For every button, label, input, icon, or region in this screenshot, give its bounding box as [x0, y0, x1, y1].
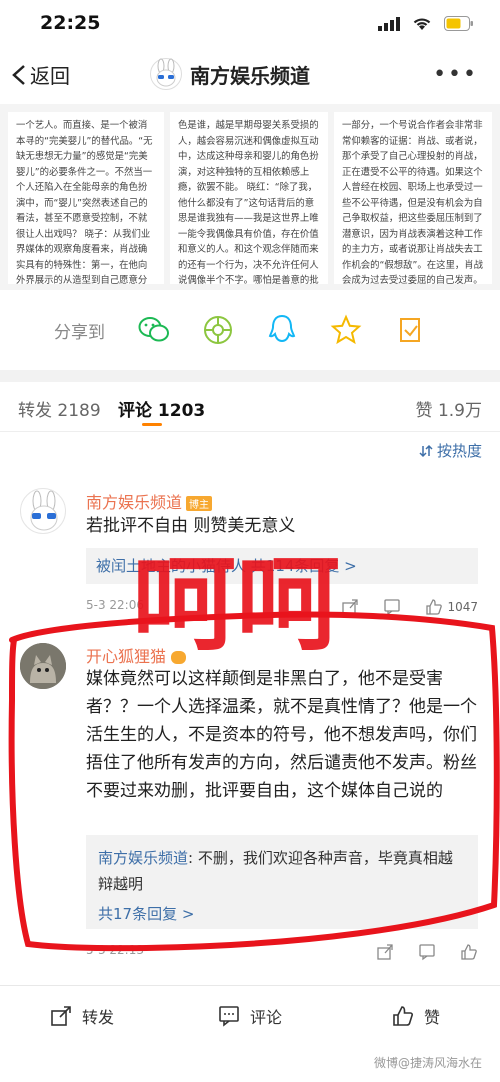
reply-preview[interactable]: 南方娱乐频道: 不删，我们欢迎各种声音，毕竟真相越辩越明 共17条回复 > [86, 835, 478, 929]
qzone-icon[interactable] [328, 312, 364, 348]
chevron-left-icon [12, 64, 25, 85]
article-image: 一个艺人。而直接、是一个被消本寻的“完美婴儿”的替代品。“无缺无患想无力量”的感… [0, 104, 500, 290]
share-icon[interactable] [341, 598, 359, 616]
comment-meta: 5-3 22:06 1047 [86, 598, 478, 618]
avatar[interactable] [20, 643, 66, 689]
wechat-icon[interactable] [136, 312, 172, 348]
comment-author[interactable]: 开心狐狸猫 [86, 643, 187, 667]
nav-bar: 返回 南方娱乐频道 ••• [0, 48, 500, 104]
comment-icon[interactable] [418, 943, 436, 961]
signal-icon [378, 16, 400, 31]
article-column-3: 一部分，一个号说合作者会非常非常仰赖客的证据：肖战、或者说，那个承受了自己心理投… [334, 112, 492, 284]
sort-icon [419, 444, 433, 457]
comment-icon[interactable] [383, 598, 401, 616]
reply-count-link[interactable]: 共17条回复 > [98, 901, 466, 927]
section-gap [0, 370, 500, 382]
active-tab-indicator [142, 423, 162, 426]
comment-time: 5-3 22:06 [86, 598, 144, 612]
article-column-2: 色是谁，越是早期母婴关系受损的人，越会容易沉迷和偶像虚拟互动中，达成这种母亲和婴… [170, 112, 328, 284]
reply-author[interactable]: 南方娱乐频道 [98, 849, 188, 867]
comment-author[interactable]: 南方娱乐频道 博主 [86, 489, 213, 513]
repost-button[interactable]: 转发 [50, 1004, 114, 1028]
comment-actions: 1047 [341, 598, 478, 616]
like-label: 赞 [424, 1008, 441, 1027]
cat-avatar-icon [20, 643, 66, 689]
comment-icon [219, 1006, 239, 1027]
share-row: 分享到 [0, 290, 500, 370]
status-time: 22:25 [40, 12, 101, 34]
comment-tabs: 转发 2189 评论 1203 赞 1.9万 [0, 382, 500, 432]
sort-label: 按热度 [436, 442, 482, 460]
nav-title-group[interactable]: 南方娱乐频道 [150, 58, 310, 90]
watermark: 微博@捷涛风海水在 [373, 1056, 482, 1070]
thumbs-up-icon [393, 1006, 413, 1026]
thumbs-up-icon [426, 599, 443, 615]
avatar[interactable] [20, 488, 66, 534]
qq-icon[interactable] [264, 312, 300, 348]
comment-label: 评论 [250, 1008, 283, 1027]
comment-text: 若批评不自由 则赞美无意义 [86, 516, 296, 536]
comment-button[interactable]: 评论 [218, 1004, 282, 1028]
repost-icon [51, 1006, 71, 1026]
tab-repost[interactable]: 转发 2189 [18, 396, 101, 421]
owner-badge: 博主 [186, 496, 213, 511]
moments-icon[interactable] [200, 312, 236, 348]
reply-link: 被闰土地主的小猫侍人 共114条回复 > [96, 557, 357, 575]
like-button[interactable]: 赞 [392, 1004, 440, 1028]
back-label: 返回 [30, 64, 70, 88]
thumbs-up-icon[interactable] [460, 943, 478, 961]
battery-icon [444, 16, 473, 31]
bottom-action-bar: 转发 评论 赞 微博@捷涛风海水在 [0, 985, 500, 1082]
wifi-icon [413, 18, 431, 30]
nav-title: 南方娱乐频道 [190, 63, 310, 88]
bunny-avatar-icon [150, 58, 182, 90]
like-button[interactable]: 1047 [425, 598, 478, 616]
status-bar: 22:25 [0, 0, 500, 48]
share-icons [136, 312, 428, 348]
vip-badge-icon [171, 651, 187, 664]
reply-preview[interactable]: 被闰土地主的小猫侍人 共114条回复 > [86, 548, 478, 584]
comment-meta: 5-3 22:13 [86, 943, 478, 963]
back-button[interactable]: 返回 [10, 60, 70, 89]
article-column-1: 一个艺人。而直接、是一个被消本寻的“完美婴儿”的替代品。“无缺无患想无力量”的感… [8, 112, 164, 284]
like-count: 1047 [447, 600, 478, 614]
comment-text: 媒体竟然可以这样颠倒是非黑白了，他不是受害者？？一个人选择温柔，就不是真性情了？… [86, 669, 477, 801]
more-button[interactable]: ••• [433, 62, 478, 87]
comment-time: 5-3 22:13 [86, 943, 144, 957]
repost-label: 转发 [82, 1008, 115, 1027]
share-icon[interactable] [376, 943, 394, 961]
tab-like[interactable]: 赞 1.9万 [416, 396, 482, 421]
bunny-avatar-icon [30, 490, 58, 531]
sort-toggle[interactable]: 按热度 [419, 440, 482, 461]
reply-line: 南方娱乐频道: 不删，我们欢迎各种声音，毕竟真相越辩越明 [98, 845, 466, 897]
tab-comment[interactable]: 评论 1203 [118, 396, 205, 421]
comment-actions [376, 943, 478, 961]
share-label: 分享到 [54, 322, 105, 343]
status-icons [378, 16, 474, 31]
save-icon[interactable] [392, 312, 428, 348]
